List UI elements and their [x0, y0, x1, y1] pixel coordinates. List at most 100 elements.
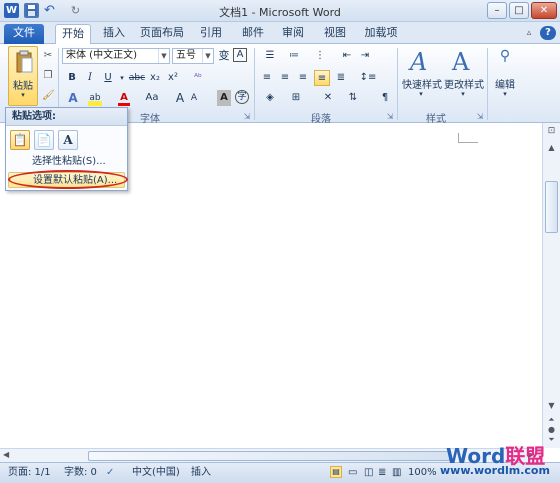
- quick-styles-icon: A: [410, 48, 428, 76]
- merge-format-icon[interactable]: 📄: [34, 130, 54, 150]
- justify-icon[interactable]: ≡: [314, 70, 330, 86]
- change-styles-icon: A: [452, 48, 470, 76]
- font-name-value: 宋体 (中文正文): [66, 50, 137, 61]
- borders-icon[interactable]: ⊞: [286, 90, 306, 106]
- draft-icon[interactable]: ▥: [392, 466, 401, 480]
- chevron-down-icon: ▾: [419, 90, 423, 98]
- change-styles-button[interactable]: A 更改样式 ▾: [444, 46, 484, 102]
- tab-home[interactable]: 开始: [55, 24, 91, 44]
- ruler-toggle-icon[interactable]: ⊡: [545, 126, 558, 139]
- scroll-down-icon[interactable]: ▼: [545, 401, 558, 410]
- char-shading-icon[interactable]: A: [217, 90, 231, 106]
- editing-button[interactable]: ⚲ 编辑 ▾: [491, 46, 519, 102]
- chevron-down-icon: ▾: [503, 90, 507, 98]
- paste-special-item[interactable]: 选择性粘贴(S)...: [8, 154, 125, 170]
- underline-button[interactable]: U: [102, 70, 114, 86]
- chinese-layout-icon[interactable]: ✕: [318, 90, 338, 106]
- tab-insert[interactable]: 插入: [96, 24, 132, 44]
- format-painter-icon[interactable]: 🖌: [42, 88, 55, 104]
- line-spacing-icon[interactable]: ↕≡: [358, 70, 378, 86]
- insert-mode[interactable]: 插入: [191, 466, 211, 480]
- web-layout-icon[interactable]: ◫: [364, 466, 373, 480]
- previous-page-icon[interactable]: ⏶: [545, 415, 558, 425]
- tab-references[interactable]: 引用: [194, 24, 228, 44]
- shrink-font-button[interactable]: A: [188, 90, 200, 106]
- scroll-thumb[interactable]: [545, 181, 558, 233]
- ribbon-tabs: 文件 开始 插入 页面布局 引用 邮件 审阅 视图 加载项 ▵ ?: [0, 22, 560, 44]
- separator: [487, 48, 488, 120]
- print-layout-icon[interactable]: ▤: [330, 466, 342, 478]
- decrease-indent-icon[interactable]: ⇤: [340, 48, 354, 64]
- font-name-select[interactable]: 宋体 (中文正文) ▼: [62, 48, 170, 64]
- chevron-down-icon: ▼: [158, 49, 169, 63]
- binoculars-icon: ⚲: [499, 48, 511, 64]
- clipboard-icon: [16, 50, 33, 73]
- maximize-button[interactable]: □: [509, 2, 529, 19]
- tab-mailings[interactable]: 邮件: [236, 24, 270, 44]
- tab-page-layout[interactable]: 页面布局: [136, 24, 188, 44]
- close-button[interactable]: ✕: [531, 2, 557, 19]
- title-bar: W ↶ ↻ 文档1 - Microsoft Word – □ ✕: [0, 0, 560, 22]
- page-count[interactable]: 页面: 1/1: [8, 466, 51, 480]
- zoom-level[interactable]: 100%: [408, 466, 437, 480]
- font-size-select[interactable]: 五号 ▼: [172, 48, 214, 64]
- grow-font-button[interactable]: A: [174, 90, 186, 106]
- change-case-button[interactable]: Aa: [142, 90, 162, 106]
- tab-view[interactable]: 视图: [318, 24, 352, 44]
- browse-object-icon[interactable]: ●: [545, 425, 558, 434]
- help-icon[interactable]: ?: [540, 26, 556, 40]
- logo-url: www.wordlm.com: [440, 464, 550, 477]
- char-border-icon[interactable]: A: [233, 48, 247, 62]
- outline-icon[interactable]: ≣: [378, 466, 386, 480]
- align-center-icon[interactable]: ≡: [278, 70, 292, 86]
- language-indicator[interactable]: 中文(中国): [132, 466, 180, 480]
- wordlm-logo: Word联盟 www.wordlm.com: [440, 440, 555, 480]
- scroll-up-icon[interactable]: ▲: [545, 143, 558, 156]
- chevron-down-icon: ▾: [461, 90, 465, 98]
- paste-button[interactable]: 粘贴 ▾: [8, 46, 38, 106]
- enclose-char-icon[interactable]: 字: [235, 90, 249, 104]
- align-right-icon[interactable]: ≡: [296, 70, 310, 86]
- numbering-icon[interactable]: ≔: [284, 48, 304, 64]
- text-effects-icon[interactable]: A: [64, 90, 82, 106]
- align-left-icon[interactable]: ≡: [260, 70, 274, 86]
- scroll-left-icon[interactable]: ◀: [3, 450, 15, 459]
- font-color-button[interactable]: A: [118, 90, 130, 106]
- quick-styles-button[interactable]: A 快速样式 ▾: [402, 46, 442, 102]
- vertical-scrollbar[interactable]: ⊡ ▲ ▼ ⏶ ● ⏷: [542, 123, 560, 448]
- phonetic-guide-icon[interactable]: 变: [217, 48, 231, 64]
- highlight-annotation-oval: [8, 170, 128, 189]
- show-marks-icon[interactable]: ¶: [378, 90, 392, 106]
- superscript-button[interactable]: x²: [166, 70, 180, 86]
- increase-indent-icon[interactable]: ⇥: [358, 48, 372, 64]
- quick-styles-label: 快速样式: [402, 80, 442, 91]
- ribbon-minimize-icon[interactable]: ▵: [522, 24, 536, 44]
- paste-label: 粘贴: [13, 81, 33, 92]
- clear-format-icon[interactable]: ᴬᵇ: [190, 70, 206, 86]
- shading-icon[interactable]: ◈: [260, 90, 280, 106]
- minimize-button[interactable]: –: [487, 2, 507, 19]
- cut-icon[interactable]: ✂: [42, 48, 54, 64]
- multilevel-list-icon[interactable]: ⋮: [310, 48, 330, 64]
- keep-source-format-icon[interactable]: 📋: [10, 130, 30, 150]
- tab-file[interactable]: 文件: [4, 24, 44, 44]
- tab-review[interactable]: 审阅: [276, 24, 310, 44]
- bold-button[interactable]: B: [66, 70, 78, 86]
- keep-text-only-icon[interactable]: A: [58, 130, 78, 150]
- tab-addins[interactable]: 加载项: [358, 24, 404, 44]
- paste-options-header: 粘贴选项:: [6, 108, 127, 126]
- highlight-icon[interactable]: ab: [88, 90, 102, 106]
- distributed-icon[interactable]: ≣: [334, 70, 348, 86]
- proofing-icon[interactable]: ✓: [106, 466, 114, 480]
- scroll-thumb-horizontal[interactable]: [88, 451, 450, 461]
- font-size-value: 五号: [176, 50, 196, 61]
- word-count[interactable]: 字数: 0: [64, 466, 97, 480]
- italic-button[interactable]: I: [84, 70, 96, 86]
- bullets-icon[interactable]: ☰: [260, 48, 280, 64]
- subscript-button[interactable]: x₂: [148, 70, 162, 86]
- chevron-down-icon[interactable]: ▾: [118, 70, 126, 86]
- full-screen-icon[interactable]: ▭: [348, 466, 357, 480]
- sort-icon[interactable]: ⇅: [346, 90, 360, 106]
- copy-icon[interactable]: ❐: [42, 68, 54, 84]
- strikethrough-button[interactable]: abc: [128, 70, 146, 86]
